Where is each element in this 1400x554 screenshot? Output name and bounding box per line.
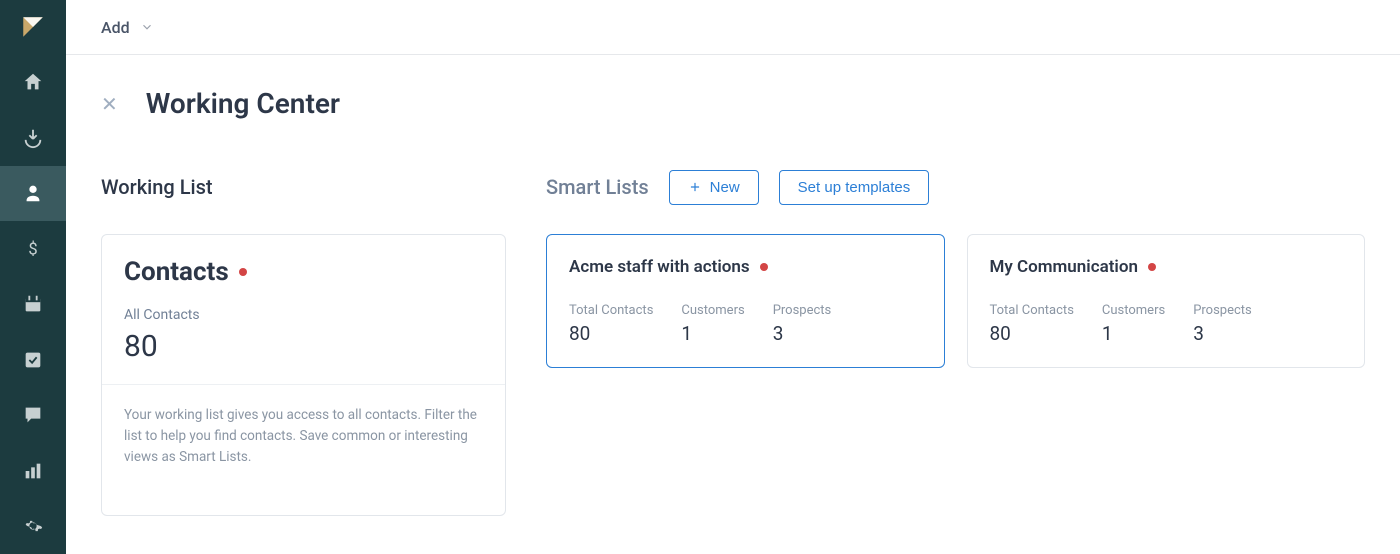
add-dropdown[interactable]: Add <box>101 18 154 37</box>
new-smart-list-button[interactable]: New <box>669 170 759 205</box>
columns: Working List Contacts All Contacts 80 Yo… <box>101 168 1365 516</box>
nav-calendar[interactable] <box>0 277 66 333</box>
left-nav-sidebar: $ <box>0 0 66 554</box>
top-bar: Add <box>66 0 1400 55</box>
close-icon[interactable]: ✕ <box>101 94 118 114</box>
nav-settings[interactable] <box>0 499 66 554</box>
smart-card-title-row: Acme staff with actions <box>569 257 922 277</box>
smart-list-card[interactable]: My Communication Total Contacts 80 Custo… <box>967 234 1366 368</box>
contacts-top: Contacts All Contacts 80 <box>102 235 505 385</box>
working-list-column: Working List Contacts All Contacts 80 Yo… <box>101 168 506 516</box>
smart-card-title-row: My Communication <box>990 257 1343 277</box>
smart-stats: Total Contacts 80 Customers 1 Prospects … <box>569 303 922 345</box>
stat-customers: Customers 1 <box>1102 303 1165 345</box>
setup-templates-button[interactable]: Set up templates <box>779 170 930 205</box>
smart-card-title: My Communication <box>990 257 1138 277</box>
nav-reports[interactable] <box>0 443 66 499</box>
smart-stats: Total Contacts 80 Customers 1 Prospects … <box>990 303 1343 345</box>
content: ✕ Working Center Working List Contacts A… <box>66 55 1400 554</box>
nav-tasks[interactable] <box>0 332 66 388</box>
contacts-card[interactable]: Contacts All Contacts 80 Your working li… <box>101 234 506 516</box>
smart-card-title: Acme staff with actions <box>569 257 750 277</box>
nav-messages[interactable] <box>0 388 66 444</box>
page-title: Working Center <box>146 87 340 120</box>
main-area: Add ✕ Working Center Working List Contac… <box>66 0 1400 554</box>
status-dot-icon <box>1148 263 1156 271</box>
contacts-description: Your working list gives you access to al… <box>102 385 505 488</box>
nav-inbox[interactable] <box>0 110 66 166</box>
nav-contacts[interactable] <box>0 166 66 222</box>
smart-lists-title: Smart Lists <box>546 175 649 199</box>
stat-customers: Customers 1 <box>681 303 744 345</box>
smart-cards-row: Acme staff with actions Total Contacts 8… <box>546 234 1365 368</box>
status-dot-icon <box>239 268 247 276</box>
status-dot-icon <box>760 263 768 271</box>
contacts-stat-label: All Contacts <box>124 307 483 323</box>
stat-total-contacts: Total Contacts 80 <box>569 303 653 345</box>
new-label: New <box>710 179 740 196</box>
smart-lists-header: Smart Lists New Set up templates <box>546 168 1365 206</box>
page-header: ✕ Working Center <box>101 87 1365 120</box>
contacts-title-row: Contacts <box>124 257 483 287</box>
smart-list-card[interactable]: Acme staff with actions Total Contacts 8… <box>546 234 945 368</box>
stat-total-contacts: Total Contacts 80 <box>990 303 1074 345</box>
plus-icon <box>688 180 702 194</box>
stat-prospects: Prospects 3 <box>1193 303 1252 345</box>
nav-home[interactable] <box>0 55 66 111</box>
contacts-stat-value: 80 <box>124 329 483 364</box>
svg-text:$: $ <box>28 240 37 259</box>
nav-money[interactable]: $ <box>0 221 66 277</box>
stat-prospects: Prospects 3 <box>773 303 832 345</box>
app-logo <box>0 0 66 55</box>
working-list-header: Working List <box>101 168 506 206</box>
chevron-down-icon <box>140 20 154 34</box>
add-label: Add <box>101 18 130 37</box>
working-list-title: Working List <box>101 175 213 199</box>
contacts-card-title: Contacts <box>124 257 229 287</box>
smart-lists-column: Smart Lists New Set up templates Acme st… <box>546 168 1365 516</box>
setup-label: Set up templates <box>798 179 911 196</box>
